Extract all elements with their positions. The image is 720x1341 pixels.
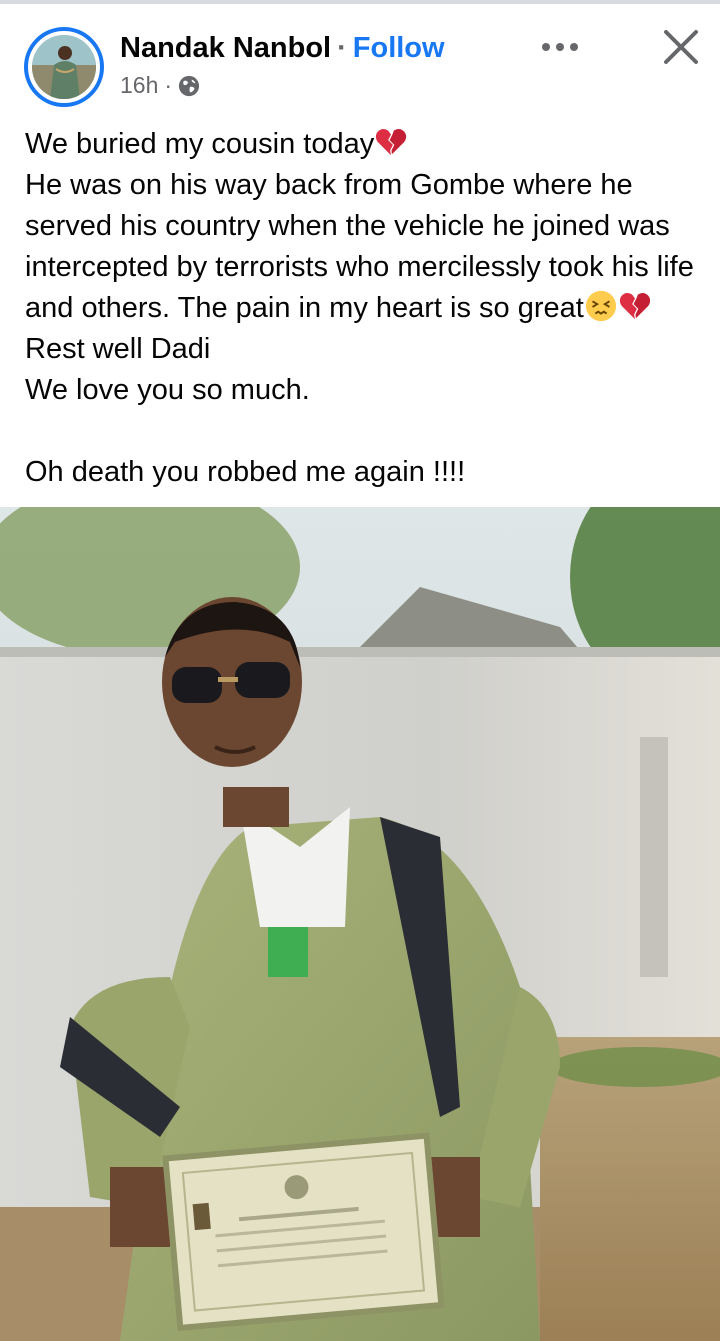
author-name[interactable]: Nandak Nanbol <box>120 32 331 65</box>
broken-heart-icon <box>376 128 407 156</box>
post-line-1: We buried my cousin today <box>25 124 705 165</box>
post-line-3: We love you so much. <box>25 374 310 406</box>
post-body: We buried my cousin today He was on his … <box>25 124 705 493</box>
avatar-person-icon <box>32 35 96 99</box>
persevering-face-icon <box>585 290 616 322</box>
avatar-image <box>32 35 96 99</box>
post-time[interactable]: 16h <box>120 72 158 99</box>
more-options-icon[interactable] <box>535 32 585 62</box>
post-photo[interactable] <box>0 507 720 1341</box>
broken-heart-icon <box>619 292 650 320</box>
name-separator: · <box>337 31 347 64</box>
post-line-4: Oh death you robbed me again !!!! <box>25 456 466 488</box>
close-icon[interactable] <box>660 26 702 68</box>
author-row: Nandak Nanbol · Follow <box>120 28 445 68</box>
follow-button[interactable]: Follow <box>353 32 445 65</box>
post-line-2: He was on his way back from Gombe where … <box>25 169 694 365</box>
meta-separator: · <box>164 72 173 98</box>
post-header: Nandak Nanbol · Follow 16h · <box>0 4 720 116</box>
author-avatar[interactable] <box>24 27 104 107</box>
photo-illustration <box>0 507 720 1341</box>
post-meta: 16h · <box>120 72 200 99</box>
globe-icon <box>178 75 200 96</box>
